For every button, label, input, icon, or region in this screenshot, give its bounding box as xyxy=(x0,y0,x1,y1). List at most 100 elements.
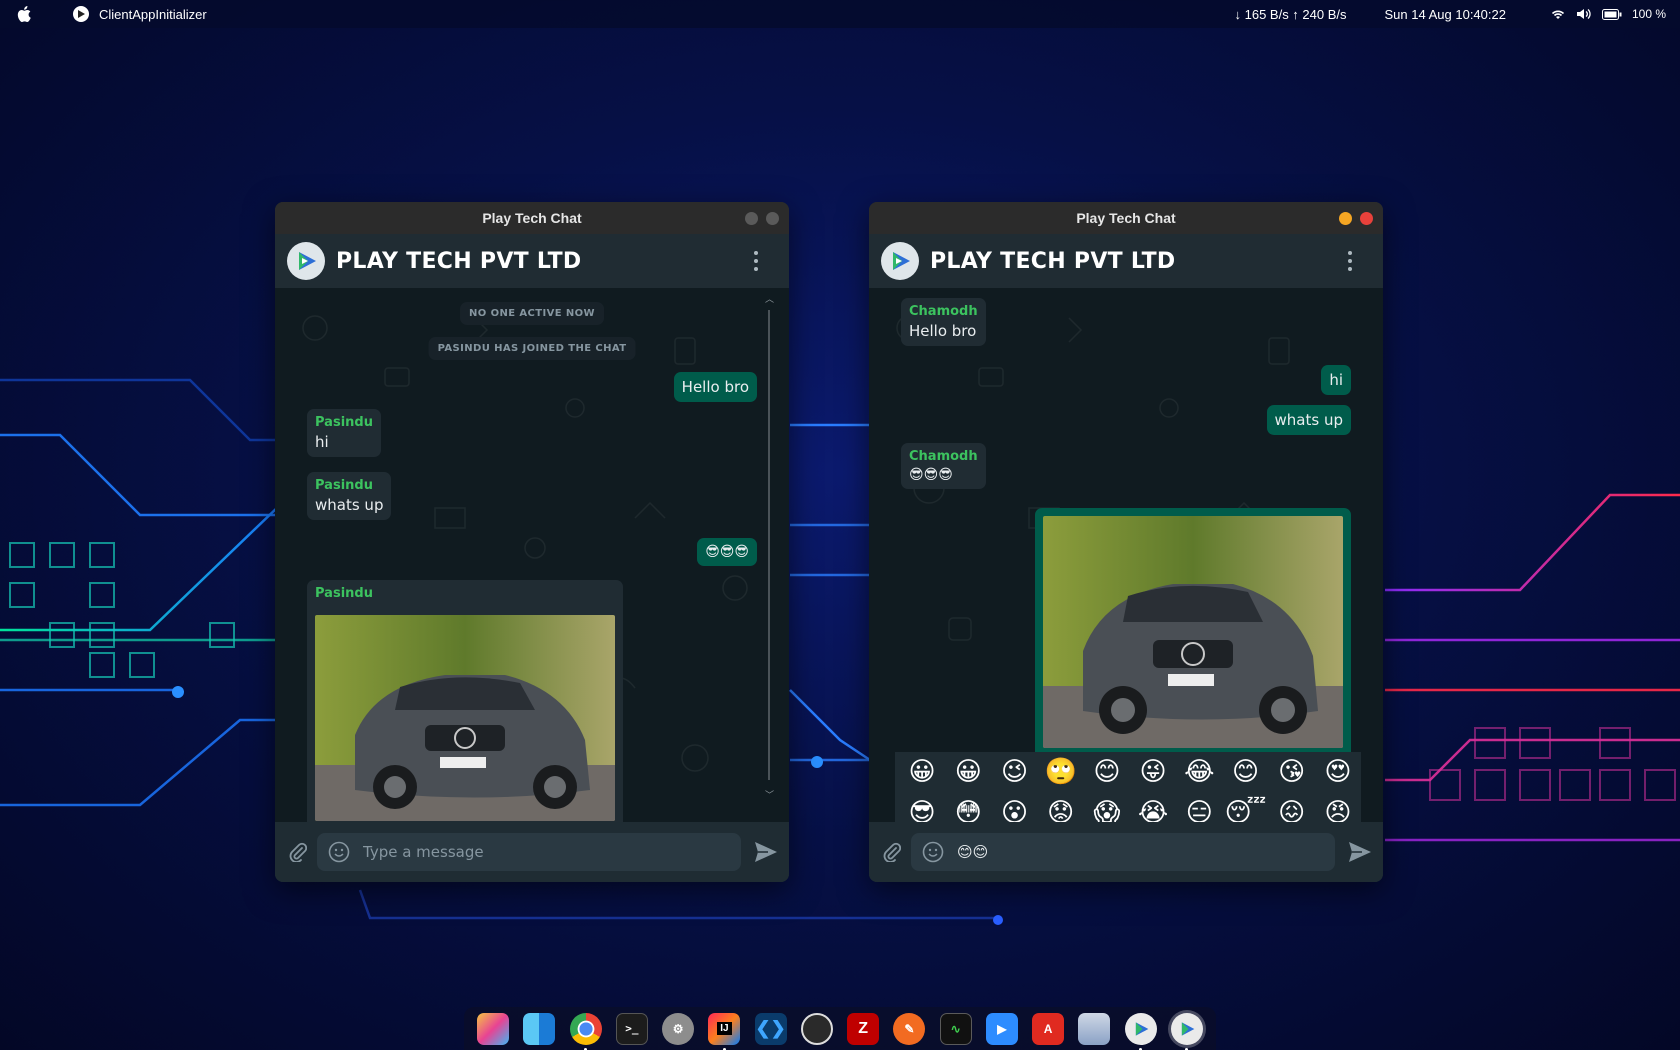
attach-icon[interactable] xyxy=(287,841,309,863)
send-icon[interactable] xyxy=(1347,839,1373,865)
message-text: whats up xyxy=(1274,411,1343,429)
chat-window-left: Play Tech Chat PLAY TECH PVT LTD NO ONE … xyxy=(275,202,789,882)
incoming-message[interactable]: Pasindu hi xyxy=(307,409,381,457)
incoming-image-message[interactable]: Pasindu xyxy=(307,580,623,822)
message-input[interactable] xyxy=(363,843,723,861)
scroll-up-icon[interactable]: ︿ xyxy=(765,296,774,305)
sender-name: Chamodh xyxy=(909,449,978,464)
sender-name: Chamodh xyxy=(909,304,978,319)
message-text: Hello bro xyxy=(909,322,977,340)
minimize-button[interactable] xyxy=(1339,212,1352,225)
obs-icon[interactable] xyxy=(800,1012,833,1045)
message-text: 😎😎😎 xyxy=(909,467,953,483)
more-options-icon[interactable] xyxy=(1347,251,1353,271)
menu-bar: ClientAppInitializer ↓ 165 B/s ↑ 240 B/s… xyxy=(0,0,1680,28)
pencil-icon[interactable]: ✎ xyxy=(893,1012,926,1045)
finder-icon[interactable] xyxy=(523,1012,556,1045)
company-logo[interactable] xyxy=(287,242,325,280)
incoming-message[interactable]: Chamodh 😎😎😎 xyxy=(901,443,986,489)
active-app-name[interactable]: ClientAppInitializer xyxy=(99,7,207,22)
attach-icon[interactable] xyxy=(881,841,903,863)
emoji-option[interactable]: 😂 xyxy=(1176,754,1222,791)
close-button[interactable] xyxy=(1360,212,1373,225)
battery-icon[interactable] xyxy=(1601,7,1622,21)
chat-header: PLAY TECH PVT LTD xyxy=(869,234,1383,288)
vscode-icon[interactable]: ❮❯ xyxy=(754,1012,787,1045)
message-text: whats up xyxy=(315,496,384,514)
outgoing-message[interactable]: Hello bro xyxy=(673,372,757,402)
incoming-message[interactable]: Pasindu whats up xyxy=(307,472,392,520)
network-speed: ↓ 165 B/s ↑ 240 B/s xyxy=(1234,6,1347,22)
emoji-option[interactable]: 😉 xyxy=(991,754,1037,791)
intellij-icon[interactable]: IJ xyxy=(708,1012,741,1050)
message-input-box xyxy=(911,833,1335,871)
window-titlebar[interactable]: Play Tech Chat xyxy=(869,202,1383,234)
message-list[interactable]: NO ONE ACTIVE NOW PASINDU HAS JOINED THE… xyxy=(275,288,789,822)
launchpad-icon[interactable] xyxy=(477,1012,510,1045)
message-input-box xyxy=(317,833,741,871)
emoji-option[interactable]: 😀 xyxy=(899,754,945,791)
message-composer xyxy=(275,822,789,882)
car-photo[interactable] xyxy=(1043,516,1343,748)
emoji-option[interactable]: 😊 xyxy=(1084,754,1130,791)
message-text: hi xyxy=(315,433,329,451)
filezilla-icon[interactable]: Z xyxy=(847,1012,880,1045)
company-name: PLAY TECH PVT LTD xyxy=(930,248,1176,274)
scrollbar[interactable]: ︿ ﹀ xyxy=(765,296,774,801)
outgoing-message[interactable]: hi xyxy=(1321,365,1351,395)
emoji-icon[interactable] xyxy=(327,840,351,864)
scroll-track[interactable] xyxy=(768,310,770,780)
system-message: NO ONE ACTIVE NOW xyxy=(460,302,604,325)
more-options-icon[interactable] xyxy=(753,251,759,271)
battery-percent: 100 % xyxy=(1631,7,1666,21)
message-input[interactable] xyxy=(957,843,1317,861)
window-title: Play Tech Chat xyxy=(1076,210,1176,226)
emoji-icon[interactable] xyxy=(921,840,945,864)
zoom-icon[interactable]: ▶ xyxy=(985,1012,1018,1045)
preview-icon[interactable] xyxy=(1078,1012,1111,1045)
activity-monitor-icon[interactable]: ∿ xyxy=(939,1012,972,1045)
close-button[interactable] xyxy=(766,212,779,225)
sender-name: Pasindu xyxy=(315,415,373,430)
message-text: 😎😎😎 xyxy=(705,544,749,560)
company-logo[interactable] xyxy=(881,242,919,280)
scroll-down-icon[interactable]: ﹀ xyxy=(765,792,774,801)
system-message: PASINDU HAS JOINED THE CHAT xyxy=(428,337,636,360)
clock[interactable]: Sun 14 Aug 10:40:22 xyxy=(1385,7,1506,22)
desktop-wallpaper xyxy=(0,0,1680,1050)
sender-name: Pasindu xyxy=(315,478,373,493)
volume-icon[interactable] xyxy=(1576,7,1592,21)
playtech-icon-active[interactable] xyxy=(1170,1012,1203,1050)
window-title: Play Tech Chat xyxy=(482,210,582,226)
dock: >_ ⚙ IJ ❮❯ Z ✎ ∿ ▶ A xyxy=(464,1007,1216,1050)
terminal-icon[interactable]: >_ xyxy=(615,1012,648,1045)
sender-name: Pasindu xyxy=(315,586,373,601)
car-photo[interactable] xyxy=(315,615,615,821)
emoji-option[interactable]: 😊 xyxy=(1222,754,1268,791)
emoji-option[interactable]: 😘 xyxy=(1269,754,1315,791)
message-composer xyxy=(869,822,1383,882)
wifi-icon[interactable] xyxy=(1550,7,1566,21)
emoji-option[interactable]: 😍 xyxy=(1315,754,1361,791)
outgoing-message[interactable]: 😎😎😎 xyxy=(697,538,757,566)
outgoing-message[interactable]: whats up xyxy=(1266,405,1351,435)
send-icon[interactable] xyxy=(753,839,779,865)
chrome-icon[interactable] xyxy=(569,1012,602,1050)
chat-window-right: Play Tech Chat PLAY TECH PVT LTD Chamodh… xyxy=(869,202,1383,882)
window-titlebar[interactable]: Play Tech Chat xyxy=(275,202,789,234)
company-name: PLAY TECH PVT LTD xyxy=(336,248,582,274)
minimize-button[interactable] xyxy=(745,212,758,225)
incoming-message[interactable]: Chamodh Hello bro xyxy=(901,298,986,346)
playtech-icon[interactable] xyxy=(1124,1012,1157,1050)
message-list[interactable]: Chamodh Hello bro hi whats up Chamodh 😎😎… xyxy=(869,288,1383,822)
emoji-option[interactable]: 😀 xyxy=(945,754,991,791)
chat-header: PLAY TECH PVT LTD xyxy=(275,234,789,288)
emoji-option[interactable]: 🙄 xyxy=(1038,754,1084,791)
message-text: Hello bro xyxy=(681,378,749,396)
emoji-option[interactable]: 😜 xyxy=(1130,754,1176,791)
settings-icon[interactable]: ⚙ xyxy=(662,1012,695,1045)
apple-icon[interactable] xyxy=(15,5,33,23)
playtech-app-icon xyxy=(73,6,89,22)
pdf-icon[interactable]: A xyxy=(1032,1012,1065,1045)
message-text: hi xyxy=(1329,371,1343,389)
